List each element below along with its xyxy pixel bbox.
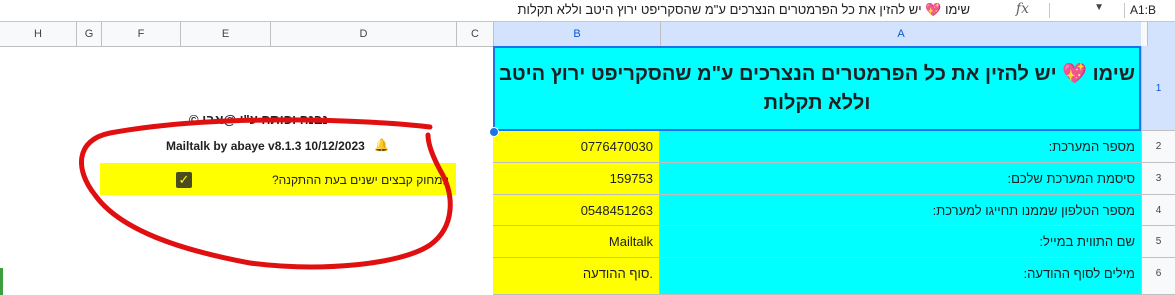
select-all-corner[interactable] (1147, 22, 1175, 46)
column-header-row: H G F E D C B A (0, 22, 1175, 47)
column-header-e[interactable]: E (180, 22, 270, 46)
red-circle-annotation (79, 117, 453, 270)
table-row: Mailtalk שם התווית במייל: 5 (493, 226, 1175, 258)
toolbar-divider (1124, 3, 1125, 18)
table-row: סוף ההודעה. מילים לסוף ההודעה: 6 (493, 258, 1175, 295)
label-cell[interactable]: סיסמת המערכת שלכם: (660, 163, 1141, 195)
row-header[interactable]: 3 (1141, 163, 1175, 195)
name-box[interactable]: A1:B (1130, 3, 1175, 17)
table-row: 159753 סיסמת המערכת שלכם: 3 (493, 163, 1175, 195)
column-header-g[interactable]: G (76, 22, 101, 46)
table-row: 0548451263 מספר הטלפון שממנו תחייגו למער… (493, 195, 1175, 226)
row-header[interactable]: 1 (1141, 46, 1175, 131)
row-header[interactable]: 2 (1141, 131, 1175, 163)
header-row: שימו 💖 יש להזין את כל הפרמטרים הנצרכים ע… (493, 46, 1175, 131)
sheet-grid: שימו 💖 יש להזין את כל הפרמטרים הנצרכים ע… (493, 46, 1175, 295)
value-cell[interactable]: 0548451263 (493, 195, 660, 226)
column-header-b[interactable]: B (493, 22, 660, 46)
value-cell[interactable]: 159753 (493, 163, 660, 195)
value-cell[interactable]: סוף ההודעה. (493, 258, 660, 295)
formula-input[interactable]: שימו 💖 יש להזין את כל הפרמטרים הנצרכים ע… (517, 2, 970, 18)
fx-icon: fx (1015, 1, 1029, 17)
toolbar-divider (1049, 3, 1050, 18)
column-header-a[interactable]: A (660, 22, 1141, 46)
label-cell[interactable]: מספר הטלפון שממנו תחייגו למערכת: (660, 195, 1141, 226)
label-cell[interactable]: שם התווית במייל: (660, 226, 1141, 258)
column-header-d[interactable]: D (270, 22, 456, 46)
value-cell[interactable]: Mailtalk (493, 226, 660, 258)
green-edge-mark (0, 268, 3, 295)
row-header[interactable]: 6 (1141, 258, 1175, 295)
row-header[interactable]: 5 (1141, 226, 1175, 258)
value-cell[interactable]: 0776470030 (493, 131, 660, 163)
column-header-h[interactable]: H (0, 22, 76, 46)
row-header[interactable]: 4 (1141, 195, 1175, 226)
selection-handle[interactable] (489, 127, 499, 137)
header-cell[interactable]: שימו 💖 יש להזין את כל הפרמטרים הנצרכים ע… (493, 46, 1141, 131)
red-loop-stroke (79, 117, 453, 270)
table-row: 0776470030 מספר המערכת: 2 (493, 131, 1175, 163)
formula-bar: שימו 💖 יש להזין את כל הפרמטרים הנצרכים ע… (0, 0, 1175, 22)
label-cell[interactable]: מספר המערכת: (660, 131, 1141, 163)
label-cell[interactable]: מילים לסוף ההודעה: (660, 258, 1141, 295)
column-header-c[interactable]: C (456, 22, 493, 46)
chevron-down-icon[interactable]: ▼ (1094, 2, 1104, 13)
column-header-f[interactable]: F (101, 22, 180, 46)
